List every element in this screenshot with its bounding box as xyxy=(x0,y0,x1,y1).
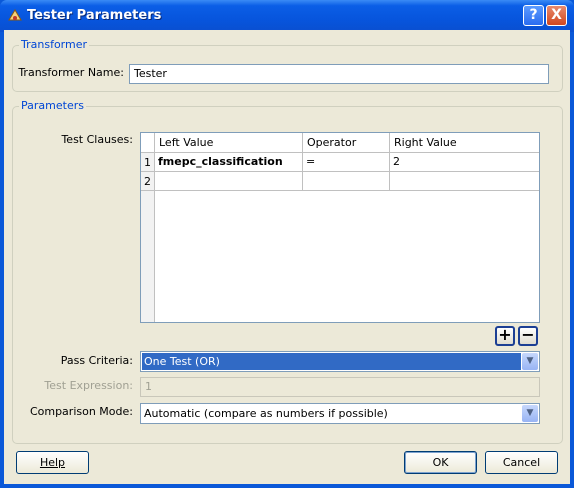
cell-left-value[interactable]: fmepc_classification xyxy=(155,153,303,172)
dialog-client: Transformer Transformer Name: Tester Par… xyxy=(4,30,570,484)
cell-right-value[interactable]: 2 xyxy=(390,153,539,172)
remove-clause-button[interactable]: − xyxy=(518,326,538,346)
transformer-name-field[interactable]: Tester xyxy=(129,64,549,84)
dialog-window: Tester Parameters ? X Transformer Transf… xyxy=(0,0,574,488)
cell-right-value[interactable] xyxy=(390,172,539,191)
column-header-right-value[interactable]: Right Value xyxy=(390,133,539,153)
row-number-gutter xyxy=(141,191,155,322)
window-title: Tester Parameters xyxy=(27,8,162,23)
chevron-down-icon[interactable]: ▼ xyxy=(522,405,538,422)
cancel-button[interactable]: Cancel xyxy=(485,451,558,474)
cell-operator[interactable]: = xyxy=(303,153,390,172)
title-help-button[interactable]: ? xyxy=(523,5,544,26)
cell-left-value[interactable] xyxy=(155,172,303,191)
help-button-label: Help xyxy=(39,456,66,469)
cell-operator[interactable] xyxy=(303,172,390,191)
comparison-mode-select[interactable]: Automatic (compare as numbers if possibl… xyxy=(140,403,540,424)
table-corner xyxy=(141,133,155,153)
pass-criteria-select[interactable]: One Test (OR) ▼ xyxy=(140,351,540,372)
row-number[interactable]: 1 xyxy=(141,153,155,172)
pass-criteria-value: One Test (OR) xyxy=(142,353,521,370)
row-number[interactable]: 2 xyxy=(141,172,155,191)
column-header-operator[interactable]: Operator xyxy=(303,133,390,153)
column-header-left-value[interactable]: Left Value xyxy=(155,133,303,153)
add-clause-button[interactable]: + xyxy=(495,326,515,346)
test-expression-label: Test Expression: xyxy=(44,379,133,392)
transformer-name-label: Transformer Name: xyxy=(18,66,124,79)
title-bar[interactable]: Tester Parameters ? X xyxy=(0,0,574,32)
title-close-button[interactable]: X xyxy=(546,5,567,26)
test-clauses-label: Test Clauses: xyxy=(61,133,133,146)
pass-criteria-label: Pass Criteria: xyxy=(60,354,133,367)
parameters-legend: Parameters xyxy=(19,99,86,112)
app-icon xyxy=(7,8,23,24)
test-expression-field[interactable]: 1 xyxy=(140,377,540,397)
comparison-mode-label: Comparison Mode: xyxy=(29,405,133,418)
transformer-legend: Transformer xyxy=(19,38,90,51)
test-clauses-table[interactable]: Left Value Operator Right Value 1 fmepc_… xyxy=(140,132,540,323)
chevron-down-icon[interactable]: ▼ xyxy=(522,353,538,370)
help-button[interactable]: Help xyxy=(16,451,89,474)
ok-button[interactable]: OK xyxy=(404,451,477,474)
comparison-mode-value: Automatic (compare as numbers if possibl… xyxy=(144,407,388,420)
